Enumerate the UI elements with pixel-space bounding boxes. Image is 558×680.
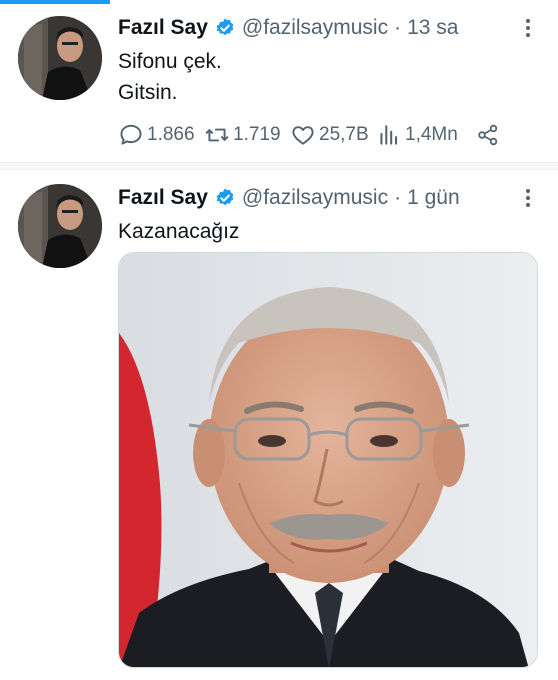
verified-badge-icon	[214, 187, 236, 209]
tweet-text-line: Sifonu çek.	[118, 50, 222, 73]
tweet-header: Fazıl Say @fazilsaymusic · 1 gün	[118, 184, 460, 212]
tweet-divider	[0, 162, 558, 170]
more-options-icon[interactable]	[518, 16, 538, 40]
avatar[interactable]	[18, 184, 102, 268]
retweet-count: 1.719	[233, 124, 281, 145]
author-name[interactable]: Fazıl Say	[118, 186, 208, 210]
tweet-text: Sifonu çek. Gitsin.	[118, 46, 222, 108]
verified-badge-icon	[214, 17, 236, 39]
reply-count: 1.866	[147, 124, 195, 145]
like-icon	[292, 126, 314, 145]
reply-icon	[120, 124, 142, 145]
more-options-icon[interactable]	[518, 186, 538, 210]
author-handle[interactable]: @fazilsaymusic	[242, 16, 388, 40]
tweet-text-line: Gitsin.	[118, 81, 178, 104]
retweet-button[interactable]: 1.719	[204, 122, 290, 148]
tweet-timestamp[interactable]: 1 gün	[407, 186, 460, 210]
like-button[interactable]: 25,7B	[290, 122, 376, 148]
tweet-text: Kazanacağız	[118, 216, 239, 247]
avatar[interactable]	[18, 16, 102, 100]
tweet-timestamp[interactable]: 13 sa	[407, 16, 458, 40]
reply-button[interactable]: 1.866	[118, 122, 204, 148]
tweet-actions: 1.866 1.719 25,7B 1,4Mn	[118, 121, 500, 149]
share-button[interactable]	[476, 123, 500, 147]
views-button[interactable]: 1,4Mn	[376, 122, 476, 148]
tweet-header: Fazıl Say @fazilsaymusic · 13 sa	[118, 14, 458, 42]
retweet-icon	[205, 128, 229, 142]
author-handle[interactable]: @fazilsaymusic	[242, 186, 388, 210]
like-count: 25,7B	[319, 124, 369, 145]
views-icon	[380, 125, 398, 145]
tweet-text-line: Kazanacağız	[118, 220, 240, 243]
tweet[interactable]: Fazıl Say @fazilsaymusic · 13 sa Sifonu …	[0, 4, 558, 162]
share-icon	[478, 124, 498, 146]
tweet-media-image[interactable]	[118, 252, 538, 668]
header-separator: ·	[394, 186, 402, 209]
header-separator: ·	[394, 16, 402, 39]
view-count: 1,4Mn	[405, 124, 458, 145]
tweet[interactable]: Fazıl Say @fazilsaymusic · 1 gün Kazanac…	[0, 170, 558, 680]
author-name[interactable]: Fazıl Say	[118, 16, 208, 40]
